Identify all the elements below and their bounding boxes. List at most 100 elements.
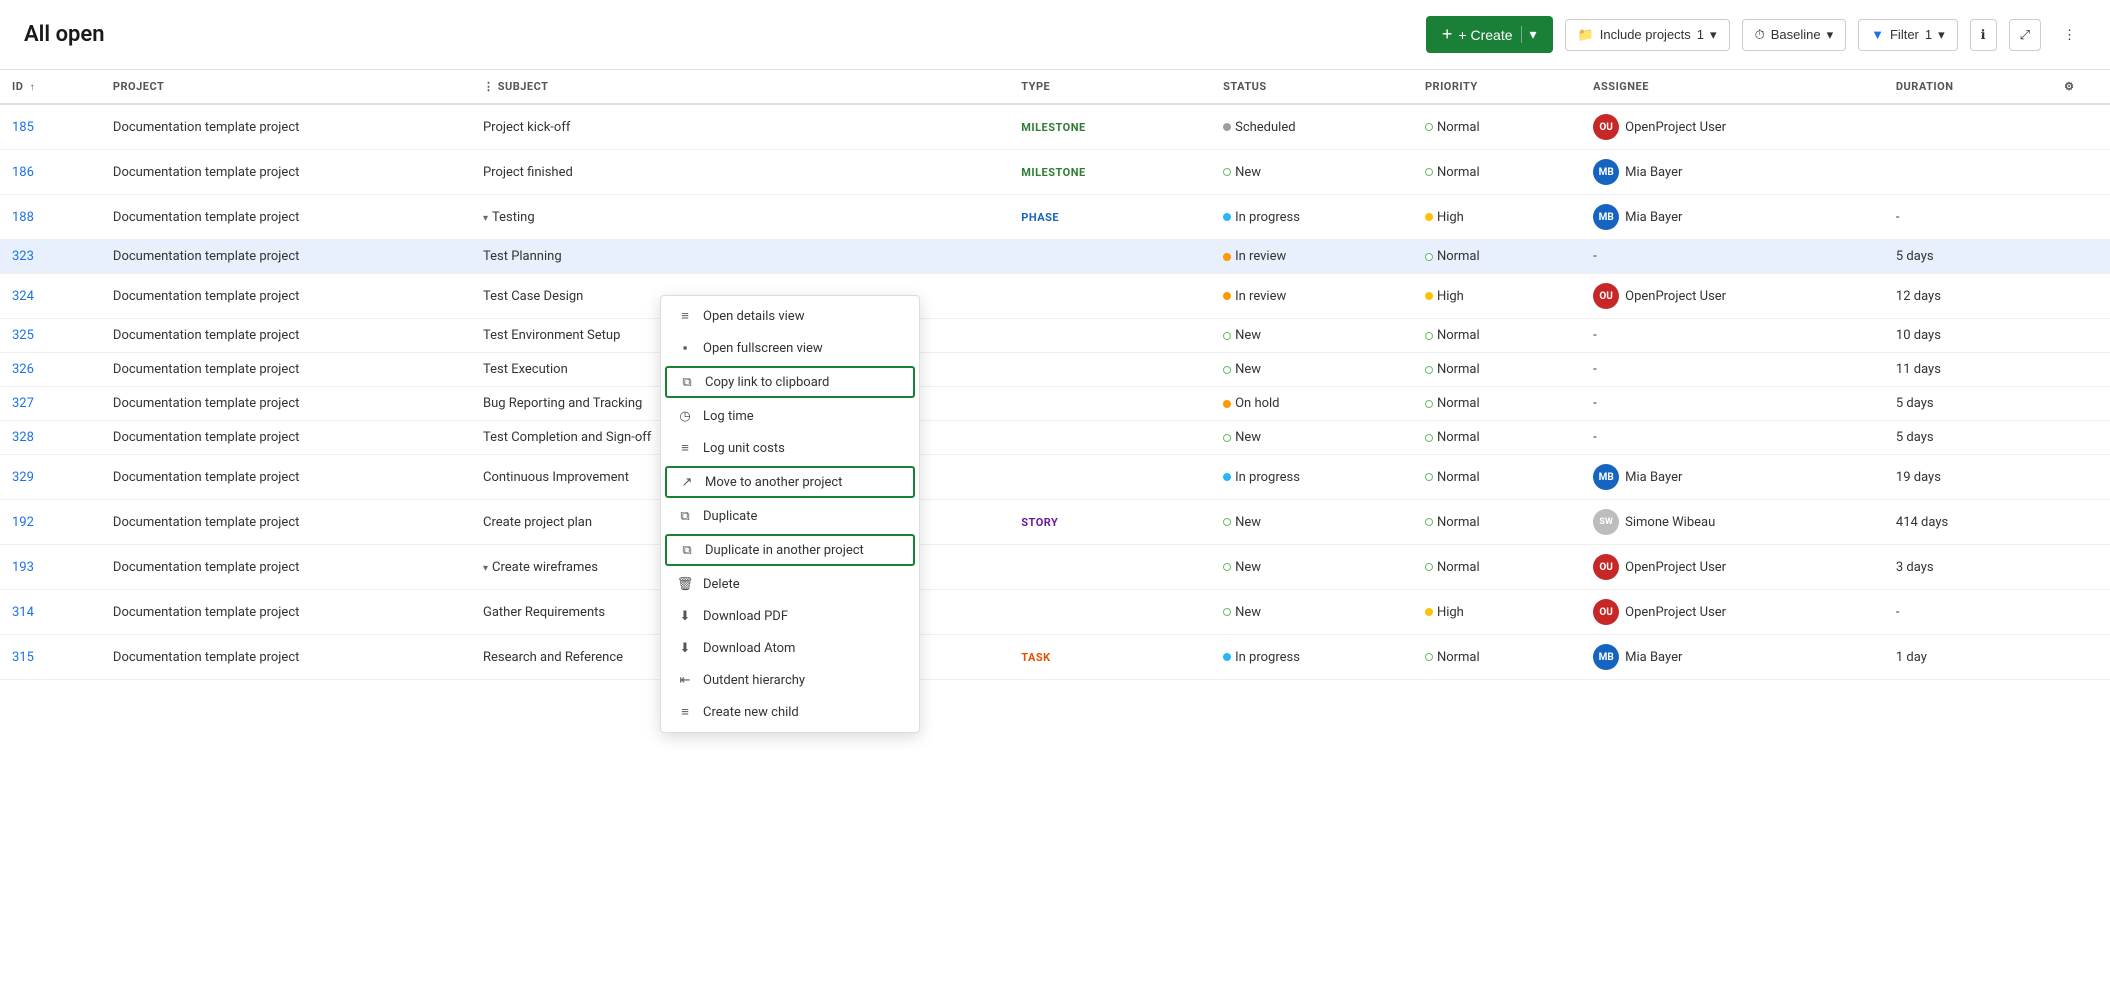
work-package-id-link[interactable]: 328 bbox=[12, 430, 34, 445]
status-cell: In review bbox=[1211, 274, 1413, 319]
type-cell bbox=[1009, 387, 1211, 421]
chevron-down-icon[interactable]: ▾ bbox=[483, 563, 488, 574]
table-row[interactable]: 192Documentation template projectCreate … bbox=[0, 500, 2110, 545]
context-menu-item[interactable]: ⧉Duplicate bbox=[661, 500, 919, 532]
table-row[interactable]: 329Documentation template projectContinu… bbox=[0, 455, 2110, 500]
priority-dot-icon bbox=[1425, 653, 1433, 661]
row-settings-cell bbox=[2052, 455, 2110, 500]
context-menu-item[interactable]: ⬇Download PDF bbox=[661, 600, 919, 632]
context-menu: ≡Open details view▪Open fullscreen view⧉… bbox=[660, 295, 920, 733]
priority-dot-icon bbox=[1425, 366, 1433, 374]
row-settings-cell bbox=[2052, 387, 2110, 421]
work-package-id-link[interactable]: 324 bbox=[12, 289, 34, 304]
work-package-id-link[interactable]: 314 bbox=[12, 605, 34, 620]
col-header-duration[interactable]: DURATION bbox=[1884, 70, 2052, 105]
priority-dot-icon bbox=[1425, 292, 1433, 300]
subject-cell: ▾Testing bbox=[471, 195, 1009, 240]
context-menu-item[interactable]: ▪Open fullscreen view bbox=[661, 332, 919, 364]
menu-item-icon: ◷ bbox=[677, 408, 693, 424]
work-package-id-link[interactable]: 325 bbox=[12, 328, 34, 343]
duration-cell: 5 days bbox=[1884, 421, 2052, 455]
context-menu-item[interactable]: ◷ Log time bbox=[661, 400, 919, 432]
duration-cell: 414 days bbox=[1884, 500, 2052, 545]
work-package-id-link[interactable]: 315 bbox=[12, 650, 34, 665]
filter-button[interactable]: ▼ Filter 1 ▾ bbox=[1858, 19, 1958, 51]
col-header-assignee[interactable]: ASSIGNEE bbox=[1581, 70, 1884, 105]
baseline-button[interactable]: ⏱ Baseline ▾ bbox=[1742, 19, 1847, 51]
table-row[interactable]: 323Documentation template projectTest Pl… bbox=[0, 240, 2110, 274]
assignee-cell: OUOpenProject User bbox=[1581, 545, 1884, 590]
assignee-cell: - bbox=[1581, 387, 1884, 421]
assignee-cell: MBMia Bayer bbox=[1581, 455, 1884, 500]
context-menu-item[interactable]: ≡Open details view bbox=[661, 300, 919, 332]
work-package-id-link[interactable]: 188 bbox=[12, 210, 34, 225]
context-menu-item[interactable]: ≡Create new child bbox=[661, 696, 919, 728]
menu-item-label: Download Atom bbox=[703, 641, 795, 656]
table-row[interactable]: 188Documentation template project▾Testin… bbox=[0, 195, 2110, 240]
status-cell: Scheduled bbox=[1211, 104, 1413, 150]
context-menu-item[interactable]: ⧉Duplicate in another project bbox=[665, 534, 915, 566]
menu-item-label: Duplicate bbox=[703, 509, 757, 524]
chevron-down-icon[interactable]: ▾ bbox=[483, 213, 488, 224]
priority-dot-icon bbox=[1425, 213, 1433, 221]
menu-item-icon: ⬇ bbox=[677, 608, 693, 624]
context-menu-item[interactable]: ⬇ Download Atom bbox=[661, 632, 919, 664]
priority-dot-icon bbox=[1425, 332, 1433, 340]
col-header-id[interactable]: ID ↑ bbox=[0, 70, 101, 105]
type-cell: PHASE bbox=[1009, 195, 1211, 240]
plus-icon: + bbox=[1442, 24, 1453, 45]
col-header-settings[interactable]: ⚙ bbox=[2052, 70, 2110, 105]
work-package-id-link[interactable]: 186 bbox=[12, 165, 34, 180]
work-package-id-link[interactable]: 327 bbox=[12, 396, 34, 411]
work-package-id-link[interactable]: 192 bbox=[12, 515, 34, 530]
info-button[interactable]: ℹ bbox=[1970, 19, 1997, 51]
work-package-id-link[interactable]: 193 bbox=[12, 560, 34, 575]
include-projects-button[interactable]: 📁 Include projects 1 ▾ bbox=[1565, 19, 1730, 51]
table-row[interactable]: 314Documentation template projectGather … bbox=[0, 590, 2110, 635]
table-row[interactable]: 186Documentation template projectProject… bbox=[0, 150, 2110, 195]
context-menu-item[interactable]: ⇤Outdent hierarchy bbox=[661, 664, 919, 696]
work-package-id-link[interactable]: 326 bbox=[12, 362, 34, 377]
col-header-subject[interactable]: ⋮ SUBJECT bbox=[471, 70, 1009, 105]
status-cell: New bbox=[1211, 421, 1413, 455]
priority-dot-icon bbox=[1425, 123, 1433, 131]
table-row[interactable]: 325Documentation template projectTest En… bbox=[0, 319, 2110, 353]
include-projects-count: 1 bbox=[1697, 27, 1704, 42]
duration-cell: 3 days bbox=[1884, 545, 2052, 590]
avatar: MB bbox=[1593, 159, 1619, 185]
col-header-status[interactable]: STATUS bbox=[1211, 70, 1413, 105]
create-dropdown-arrow[interactable]: ▾ bbox=[1521, 26, 1537, 43]
table-row[interactable]: 326Documentation template projectTest Ex… bbox=[0, 353, 2110, 387]
col-header-type[interactable]: TYPE bbox=[1009, 70, 1211, 105]
create-button[interactable]: + + Create ▾ bbox=[1426, 16, 1553, 53]
table-row[interactable]: 193Documentation template project▾Create… bbox=[0, 545, 2110, 590]
duration-cell: - bbox=[1884, 195, 2052, 240]
fullscreen-button[interactable]: ⤢ bbox=[2009, 19, 2041, 51]
work-packages-table: ID ↑ PROJECT ⋮ SUBJECT TYPE STATUS PRIOR… bbox=[0, 69, 2110, 680]
context-menu-item[interactable]: ≡Log unit costs bbox=[661, 432, 919, 464]
menu-item-label: Outdent hierarchy bbox=[703, 673, 805, 688]
type-cell bbox=[1009, 590, 1211, 635]
col-header-project[interactable]: PROJECT bbox=[101, 70, 471, 105]
priority-dot-icon bbox=[1425, 473, 1433, 481]
menu-item-icon: ⬇ bbox=[677, 640, 693, 656]
more-options-button[interactable]: ⋮ bbox=[2053, 20, 2086, 50]
context-menu-item[interactable]: 🗑Delete bbox=[661, 568, 919, 600]
context-menu-item[interactable]: ↗Move to another project bbox=[665, 466, 915, 498]
table-row[interactable]: 185Documentation template projectProject… bbox=[0, 104, 2110, 150]
priority-cell: Normal bbox=[1413, 635, 1581, 680]
table-row[interactable]: 327Documentation template projectBug Rep… bbox=[0, 387, 2110, 421]
work-package-id-link[interactable]: 329 bbox=[12, 470, 34, 485]
context-menu-item[interactable]: ⧉Copy link to clipboard bbox=[665, 366, 915, 398]
table-row[interactable]: 328Documentation template projectTest Co… bbox=[0, 421, 2110, 455]
row-settings-cell bbox=[2052, 545, 2110, 590]
menu-item-label: Log time bbox=[703, 409, 754, 424]
status-cell: New bbox=[1211, 500, 1413, 545]
work-package-id-link[interactable]: 185 bbox=[12, 120, 34, 135]
col-header-priority[interactable]: PRIORITY bbox=[1413, 70, 1581, 105]
work-package-id-link[interactable]: 323 bbox=[12, 249, 34, 264]
filter-count: 1 bbox=[1925, 27, 1932, 42]
table-row[interactable]: 324Documentation template projectTest Ca… bbox=[0, 274, 2110, 319]
table-row[interactable]: 315Documentation template projectResearc… bbox=[0, 635, 2110, 680]
type-cell bbox=[1009, 319, 1211, 353]
